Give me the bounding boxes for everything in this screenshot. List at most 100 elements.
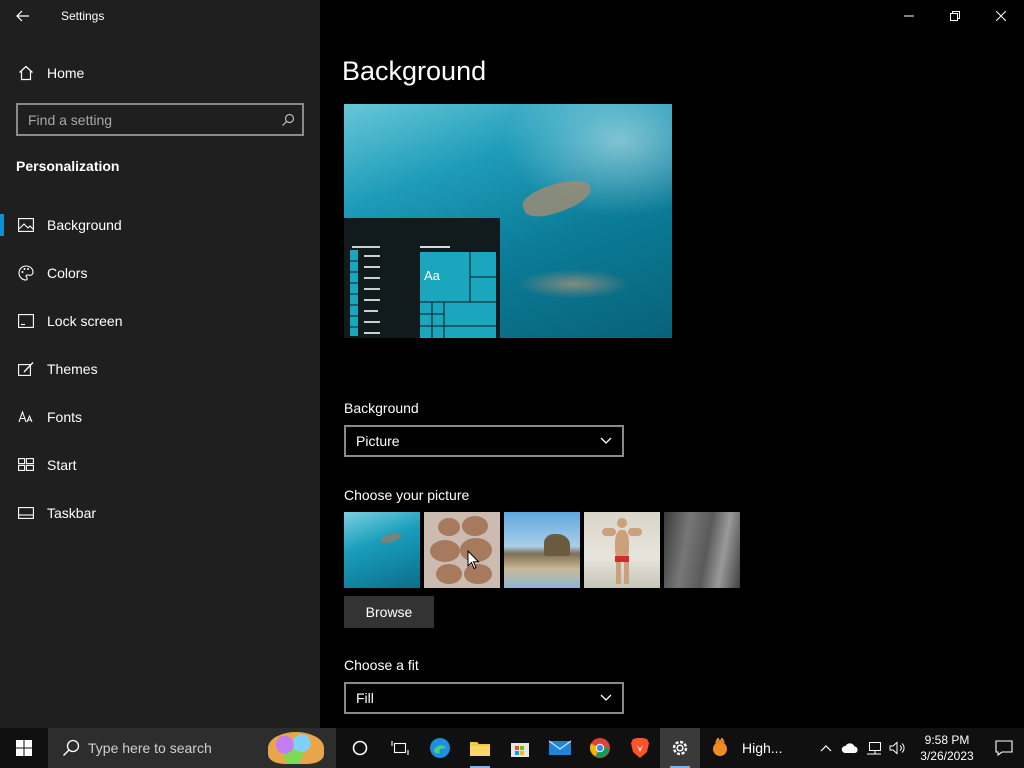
sidebar-item-lock-screen[interactable]: Lock screen: [0, 297, 320, 345]
sidebar-item-home[interactable]: Home: [0, 56, 320, 90]
thumbnail-beach[interactable]: [504, 512, 580, 588]
preview-tile-text: Aa: [424, 268, 440, 283]
figure-leg: [624, 562, 629, 584]
close-icon: [996, 11, 1006, 21]
cloud-icon: [841, 743, 858, 753]
store-icon: [511, 743, 529, 757]
fit-label: Choose a fit: [344, 657, 419, 673]
themes-icon: [17, 360, 35, 378]
figure-arm: [628, 528, 642, 536]
taskbar-store[interactable]: [500, 728, 540, 768]
settings-search: [16, 103, 304, 136]
windows-logo-icon: [16, 740, 32, 756]
fit-dropdown[interactable]: Fill: [344, 682, 624, 714]
system-tray: 9:58 PM 3/26/2023: [814, 728, 1024, 768]
gear-icon: [672, 740, 688, 756]
taskbar-search-placeholder: Type here to search: [88, 740, 212, 756]
folder-icon: [470, 742, 490, 756]
sidebar-item-start[interactable]: Start: [0, 441, 320, 489]
sidebar-nav: Background Colors Lock screen Themes Fon…: [0, 201, 320, 537]
taskbar-app-label[interactable]: High...: [742, 740, 782, 756]
taskbar: Type here to search High... 9:58 PM 3/26…: [0, 728, 1024, 768]
taskbar-icon: [17, 504, 35, 522]
browse-button[interactable]: Browse: [344, 596, 434, 628]
window-title: Settings: [61, 9, 105, 23]
background-label: Background: [344, 400, 419, 416]
fonts-icon: [17, 408, 35, 426]
minimize-button[interactable]: [886, 0, 932, 32]
taskbar-chrome[interactable]: [580, 728, 620, 768]
settings-search-input[interactable]: [18, 105, 274, 134]
taskbar-clock[interactable]: 9:58 PM 3/26/2023: [910, 732, 984, 764]
action-center-button[interactable]: [984, 728, 1024, 768]
sidebar-item-label: Start: [47, 457, 77, 473]
sidebar-item-label: Lock screen: [47, 313, 123, 329]
choose-picture-label: Choose your picture: [344, 487, 470, 503]
page-title: Background: [342, 56, 487, 86]
sidebar-item-label: Taskbar: [47, 505, 97, 521]
chrome-icon: [589, 738, 610, 758]
sidebar-item-taskbar[interactable]: Taskbar: [0, 489, 320, 537]
preview-app-list-icon: [350, 246, 380, 336]
app-flame-icon: [713, 738, 727, 756]
search-icon[interactable]: [274, 105, 302, 134]
thumbnail-underwater[interactable]: [344, 512, 420, 588]
lock-screen-icon: [17, 312, 35, 330]
minimize-icon: [904, 15, 914, 17]
beach-rock: [544, 534, 570, 556]
volume-button[interactable]: [886, 728, 910, 768]
picture-icon: [17, 216, 35, 234]
sidebar-item-colors[interactable]: Colors: [0, 249, 320, 297]
chevron-up-icon: [820, 745, 832, 752]
picture-thumbnails: [344, 512, 744, 588]
taskbar-settings[interactable]: [660, 728, 700, 768]
restore-button[interactable]: [932, 0, 978, 32]
preview-tiles: Aa: [420, 252, 496, 338]
chevron-down-icon: [600, 694, 612, 701]
task-view-icon: [391, 741, 409, 755]
thumbnail-bodybuilder[interactable]: [584, 512, 660, 588]
sidebar-item-fonts[interactable]: Fonts: [0, 393, 320, 441]
sidebar-item-label: Fonts: [47, 409, 83, 425]
home-icon: [17, 64, 35, 82]
background-dropdown-value: Picture: [356, 433, 400, 449]
brave-icon: [631, 738, 649, 758]
back-button[interactable]: [0, 0, 46, 32]
back-arrow-icon: [16, 10, 29, 22]
network-icon: [867, 742, 881, 755]
sidebar-item-label: Themes: [47, 361, 98, 377]
search-icon: [63, 739, 80, 756]
start-button[interactable]: [0, 728, 48, 768]
desktop-preview: Aa: [344, 104, 672, 338]
sidebar-item-background[interactable]: Background: [0, 201, 320, 249]
thumbnail-rock[interactable]: [664, 512, 740, 588]
taskbar-edge[interactable]: [420, 728, 460, 768]
close-button[interactable]: [978, 0, 1024, 32]
show-hidden-icons-button[interactable]: [814, 728, 838, 768]
notification-icon: [995, 740, 1013, 756]
taskbar-search[interactable]: Type here to search: [48, 728, 336, 768]
sidebar-item-themes[interactable]: Themes: [0, 345, 320, 393]
taskbar-file-explorer[interactable]: [460, 728, 500, 768]
thumbnail-muscle[interactable]: [424, 512, 500, 588]
settings-sidebar: Settings Home Personalization Background…: [0, 0, 320, 728]
taskbar-mail[interactable]: [540, 728, 580, 768]
preview-tile-grid-icon: [420, 252, 496, 338]
muscle-blob: [436, 564, 462, 584]
onedrive-button[interactable]: [838, 728, 862, 768]
restore-icon: [950, 11, 960, 21]
chevron-down-icon: [600, 437, 612, 444]
background-dropdown[interactable]: Picture: [344, 425, 624, 457]
muscle-blob: [462, 516, 488, 536]
task-view-button[interactable]: [380, 728, 420, 768]
network-button[interactable]: [862, 728, 886, 768]
taskbar-highlight-app[interactable]: [700, 728, 740, 768]
taskbar-brave[interactable]: [620, 728, 660, 768]
preview-start-menu: Aa: [344, 218, 500, 338]
fit-dropdown-value: Fill: [356, 690, 374, 706]
palette-icon: [17, 264, 35, 282]
home-label: Home: [47, 65, 85, 81]
cortana-button[interactable]: [340, 728, 380, 768]
clock-date: 3/26/2023: [920, 749, 974, 763]
preview-glare: [494, 104, 672, 224]
